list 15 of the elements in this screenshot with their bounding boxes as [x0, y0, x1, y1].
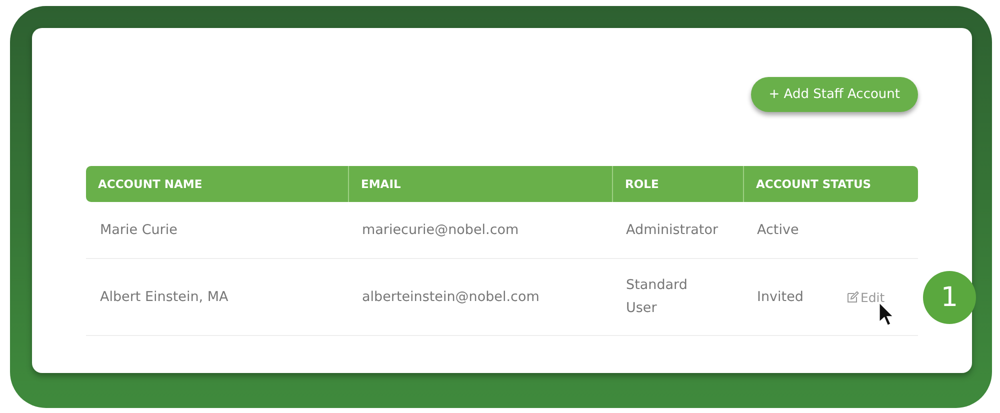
table-cell-text: Albert Einstein, MA: [100, 288, 228, 306]
table-cell-text: Administrator: [626, 220, 716, 240]
table-cell-text: Standard User: [626, 276, 688, 318]
column-header: EMAIL: [348, 166, 612, 202]
table-cell-text: Marie Curie: [100, 220, 178, 240]
table-cell-text: alberteinstein@nobel.com: [362, 288, 540, 306]
table-cell-text: Invited: [757, 288, 804, 306]
column-header: ROLE: [612, 166, 743, 202]
edit-icon: [847, 291, 860, 303]
column-header: ACCOUNT STATUS: [743, 166, 918, 202]
column-header: ACCOUNT NAME: [97, 176, 204, 193]
add-staff-account-button[interactable]: + Add Staff Account: [750, 77, 918, 112]
table-cell-text: Active: [757, 220, 799, 240]
table-cell-text: mariecurie@nobel.com: [362, 220, 519, 240]
edit-link[interactable]: Edit: [847, 290, 885, 304]
